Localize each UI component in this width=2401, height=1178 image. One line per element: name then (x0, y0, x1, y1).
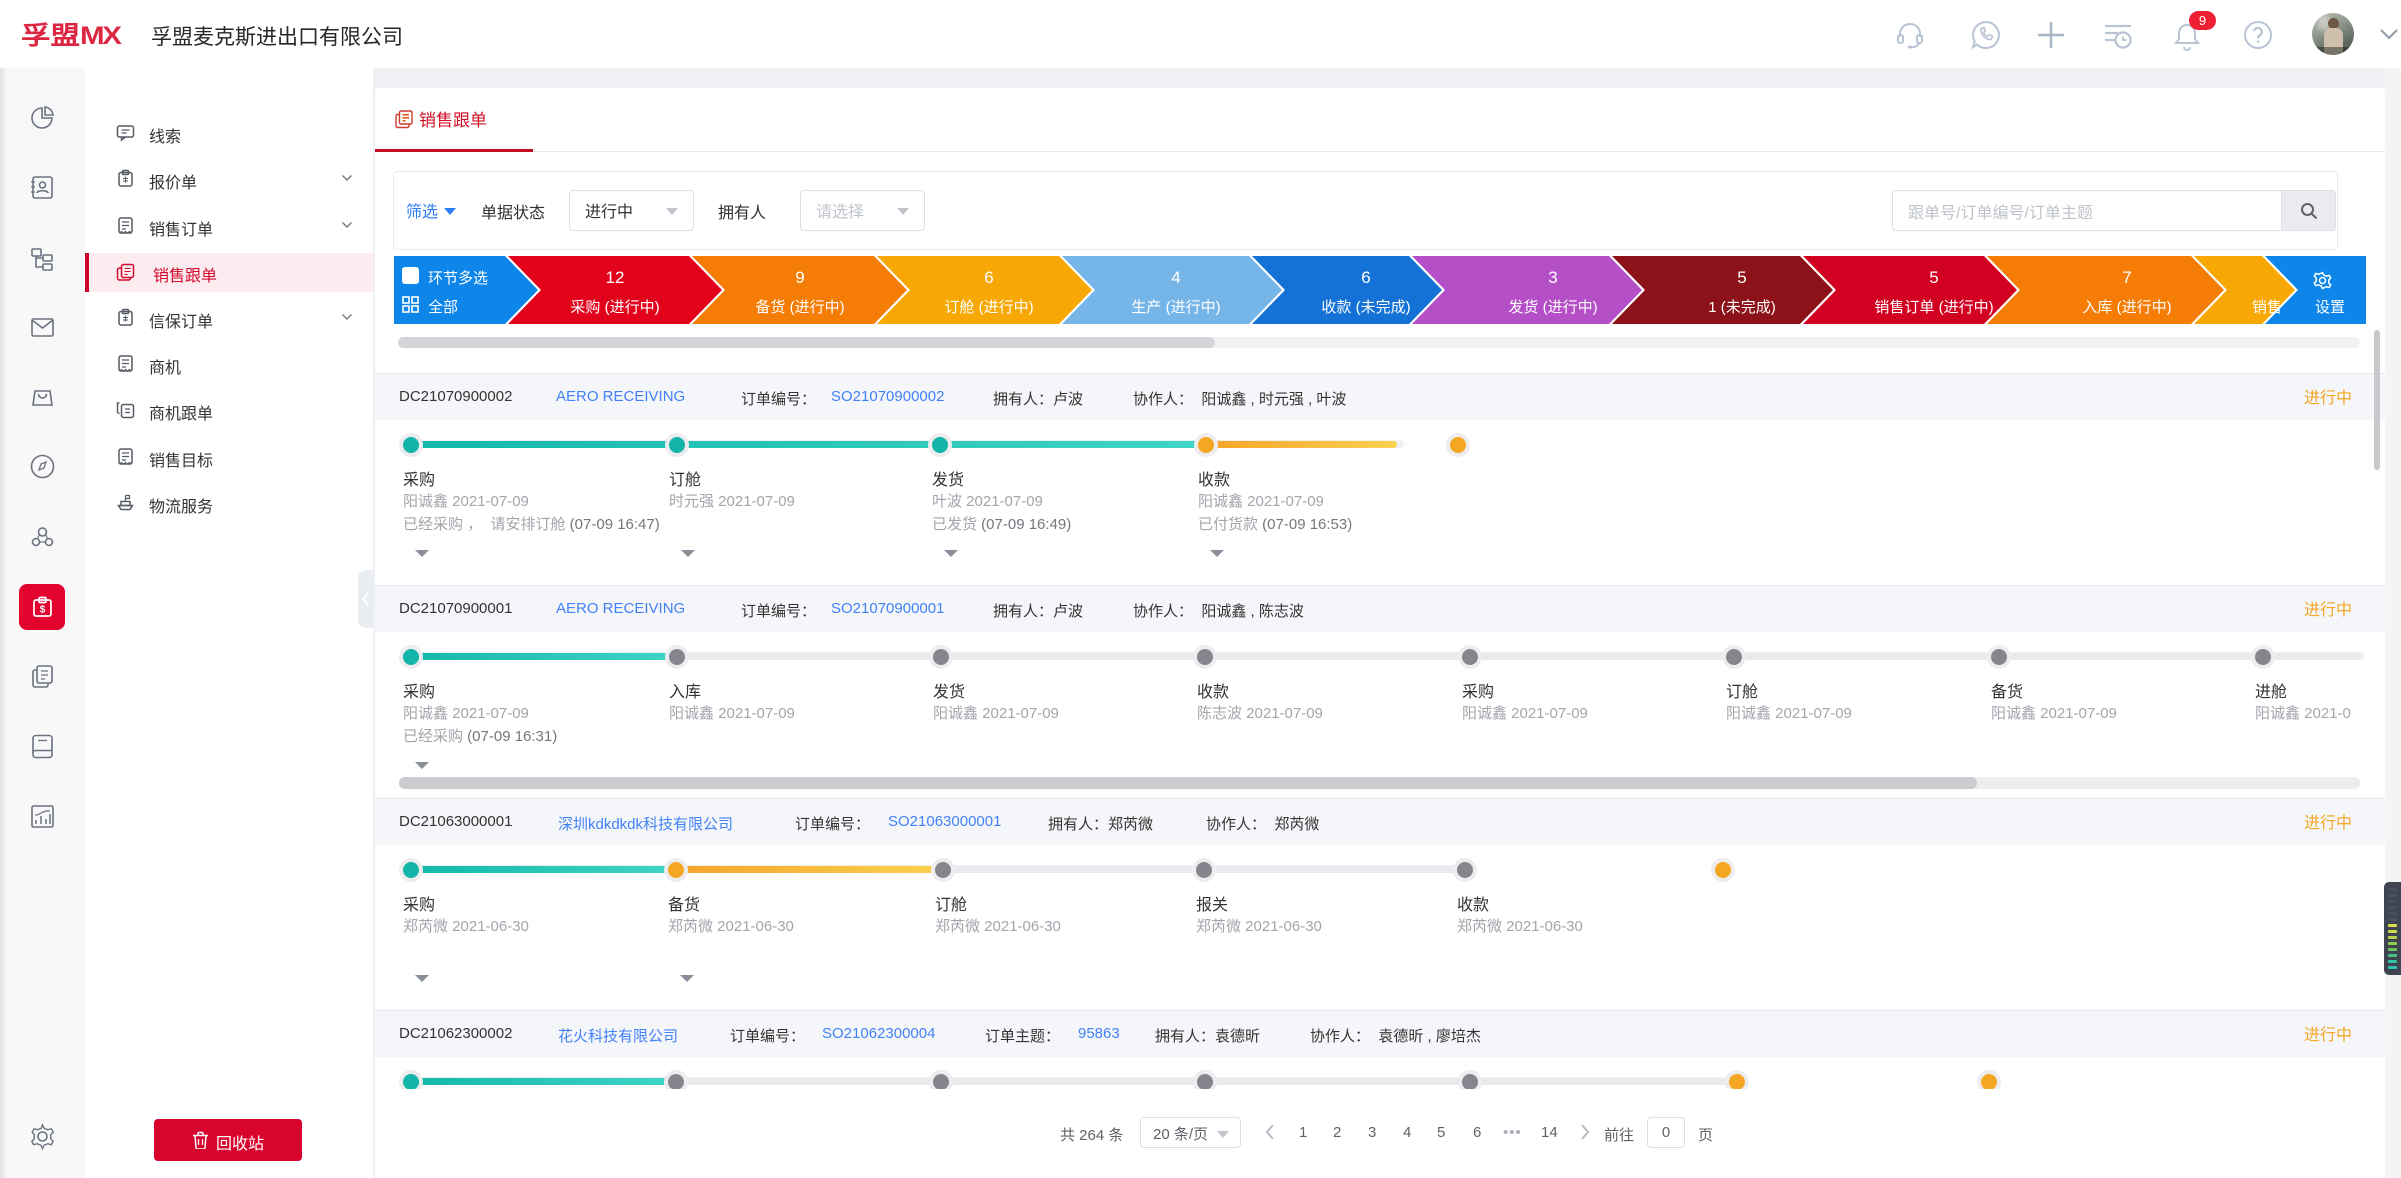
svg-text:$: $ (40, 605, 46, 616)
